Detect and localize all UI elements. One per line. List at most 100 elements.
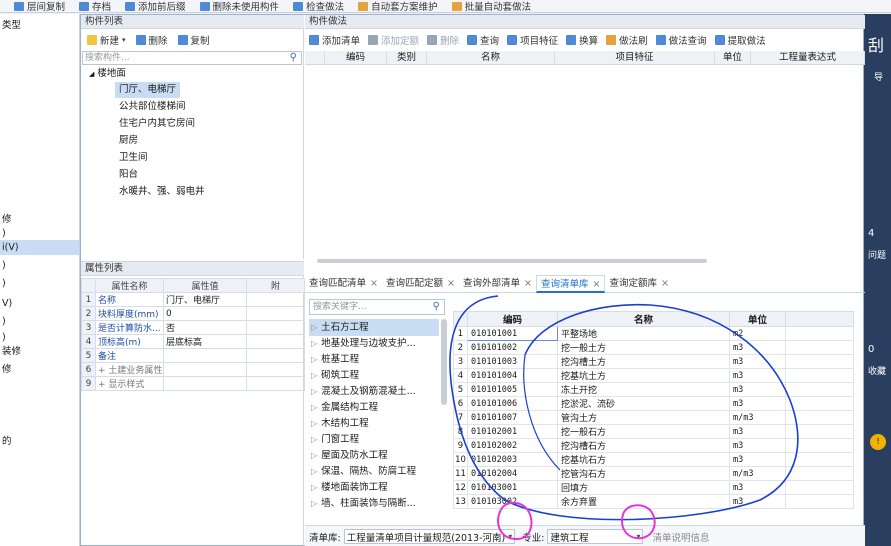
- left-strip-item[interactable]: ): [0, 276, 79, 291]
- left-strip-item[interactable]: [0, 92, 79, 107]
- library-category-item[interactable]: ▷ 门窗工程: [309, 431, 439, 448]
- library-category-item[interactable]: ▷ 地基处理与边坡支护...: [309, 335, 439, 352]
- library-name-cell[interactable]: 挖管沟石方: [557, 466, 730, 481]
- bg-tool-0[interactable]: 层间复制: [14, 0, 65, 12]
- property-value[interactable]: [163, 362, 247, 377]
- library-name-cell[interactable]: 冻土开挖: [557, 382, 730, 397]
- library-row[interactable]: 9 010102002 挖沟槽石方 m3: [453, 438, 854, 453]
- library-code-cell[interactable]: 010102004: [467, 466, 558, 481]
- library-name-cell[interactable]: 挖基坑石方: [557, 452, 730, 467]
- library-name-cell[interactable]: 挖基坑土方: [557, 368, 730, 383]
- library-unit-cell[interactable]: m3: [729, 354, 786, 369]
- property-row[interactable]: 3 是否计算防水... 否: [81, 320, 305, 335]
- copy-button[interactable]: 复制: [177, 33, 210, 47]
- practice-tool-button[interactable]: 项目特征: [507, 33, 558, 47]
- property-value[interactable]: 否: [163, 320, 247, 335]
- delete-button[interactable]: 删除: [135, 33, 168, 47]
- scrollbar-thumb[interactable]: [317, 259, 707, 263]
- left-strip-item[interactable]: ): [0, 314, 79, 329]
- property-row[interactable]: 9 + 显示样式: [81, 376, 305, 391]
- library-name-cell[interactable]: 回填方: [557, 480, 730, 495]
- library-row[interactable]: 10 010102003 挖基坑石方 m3: [453, 452, 854, 467]
- property-attach-cell[interactable]: [246, 320, 305, 335]
- library-code-cell[interactable]: 010101001: [467, 326, 558, 341]
- left-strip-item[interactable]: i(V): [0, 240, 79, 255]
- practice-tool-button[interactable]: 提取做法: [714, 33, 766, 47]
- library-code-cell[interactable]: 010101005: [467, 382, 558, 397]
- bg-tool-1[interactable]: 存档: [79, 0, 111, 12]
- query-tab[interactable]: 查询外部清单 ×: [459, 275, 536, 293]
- library-name-cell[interactable]: 管沟土方: [557, 410, 730, 425]
- expand-arrow-icon[interactable]: ▷: [311, 403, 317, 412]
- library-row[interactable]: 3 010101003 挖沟槽土方 m3: [453, 354, 854, 369]
- new-button[interactable]: 新建 ▾: [87, 33, 126, 47]
- library-search-input[interactable]: 搜索关键字... ⚲: [309, 299, 445, 315]
- property-row[interactable]: 1 名称 门厅、电梯厅: [81, 292, 305, 307]
- bg-tool-2[interactable]: 添加前后缀: [125, 0, 186, 12]
- collapse-arrow-icon[interactable]: ◢: [89, 70, 94, 78]
- left-strip-item[interactable]: ): [0, 258, 79, 273]
- coin-icon[interactable]: !: [870, 434, 886, 450]
- library-unit-cell[interactable]: m3: [729, 368, 786, 383]
- library-category-item[interactable]: ▷ 楼地面装饰工程: [309, 479, 439, 496]
- library-unit-cell[interactable]: m3: [729, 340, 786, 355]
- left-strip-item[interactable]: 装修: [0, 344, 79, 359]
- library-row[interactable]: 2 010101002 挖一般土方 m3: [453, 340, 854, 355]
- close-icon[interactable]: ×: [370, 278, 378, 289]
- property-value[interactable]: 门厅、电梯厅: [163, 292, 247, 307]
- property-value[interactable]: [163, 348, 247, 363]
- expand-arrow-icon[interactable]: ▷: [311, 339, 317, 348]
- library-row[interactable]: 7 010101007 管沟土方 m/m3: [453, 410, 854, 425]
- library-code-cell[interactable]: 010101004: [467, 368, 558, 383]
- query-tab[interactable]: 查询匹配清单 ×: [305, 275, 382, 293]
- expand-arrow-icon[interactable]: ▷: [311, 371, 317, 380]
- tree-item-component[interactable]: 水暖井、强、弱电井: [115, 184, 209, 200]
- tree-item-component[interactable]: 公共部位楼梯间: [115, 99, 190, 115]
- component-search-input[interactable]: 搜索构件... ⚲: [82, 51, 302, 65]
- property-value[interactable]: 层底标高: [163, 334, 247, 349]
- close-icon[interactable]: ×: [524, 278, 532, 289]
- bg-tool-6[interactable]: 批量自动套做法: [451, 0, 531, 12]
- close-icon[interactable]: ×: [447, 278, 455, 289]
- library-category-item[interactable]: ▷ 保温、隔热、防腐工程: [309, 463, 439, 480]
- library-row[interactable]: 5 010101005 冻土开挖 m3: [453, 382, 854, 397]
- library-code-cell[interactable]: 010102003: [467, 452, 558, 467]
- expand-arrow-icon[interactable]: ▷: [311, 387, 317, 396]
- practice-tool-button[interactable]: 添加清单: [309, 33, 360, 47]
- left-strip-item[interactable]: 修: [0, 212, 79, 227]
- horizontal-scrollbar[interactable]: [309, 257, 861, 265]
- library-unit-cell[interactable]: m/m3: [729, 466, 786, 481]
- tree-item-component[interactable]: 卫生间: [115, 150, 152, 166]
- library-category-item[interactable]: ▷ 土石方工程: [309, 319, 439, 336]
- practice-tool-button[interactable]: 做法刷: [606, 33, 648, 47]
- left-strip-item[interactable]: 类型: [0, 18, 79, 33]
- expand-arrow-icon[interactable]: ▷: [311, 499, 317, 508]
- expand-arrow-icon[interactable]: ▷: [311, 323, 317, 332]
- library-row[interactable]: 6 010101006 挖淤泥、流砂 m3: [453, 396, 854, 411]
- library-unit-cell[interactable]: m3: [729, 480, 786, 495]
- library-row[interactable]: 11 010102004 挖管沟石方 m/m3: [453, 466, 854, 481]
- chevron-down-icon[interactable]: ▾: [508, 532, 512, 541]
- library-row[interactable]: 8 010102001 挖一般石方 m3: [453, 424, 854, 439]
- library-name-cell[interactable]: 平整场地: [557, 326, 730, 341]
- bg-tool-5[interactable]: 自动套方案维护: [358, 0, 438, 12]
- tree-item-component[interactable]: 厨房: [115, 133, 142, 149]
- library-scrollbar[interactable]: [441, 319, 447, 405]
- search-icon[interactable]: ⚲: [433, 300, 440, 314]
- library-category-item[interactable]: ▷ 屋面及防水工程: [309, 447, 439, 464]
- expand-arrow-icon[interactable]: ▷: [311, 483, 317, 492]
- property-value[interactable]: [163, 376, 247, 391]
- query-tab[interactable]: 查询匹配定额 ×: [382, 275, 459, 293]
- library-row[interactable]: 4 010101004 挖基坑土方 m3: [453, 368, 854, 383]
- library-category-item[interactable]: ▷ 砌筑工程: [309, 367, 439, 384]
- property-attach-cell[interactable]: [246, 376, 305, 391]
- tree-item-component[interactable]: 门厅、电梯厅: [115, 82, 181, 98]
- left-strip-item[interactable]: [0, 396, 79, 411]
- library-code-cell[interactable]: 010103001: [467, 480, 558, 495]
- expand-arrow-icon[interactable]: ▷: [311, 355, 317, 364]
- library-name-cell[interactable]: 挖沟槽石方: [557, 438, 730, 453]
- practice-tool-button[interactable]: 删除: [427, 33, 459, 47]
- expand-arrow-icon[interactable]: ▷: [311, 419, 317, 428]
- library-row[interactable]: 1 010101001 平整场地 m2: [453, 326, 854, 341]
- practice-tool-button[interactable]: 查询: [467, 33, 499, 47]
